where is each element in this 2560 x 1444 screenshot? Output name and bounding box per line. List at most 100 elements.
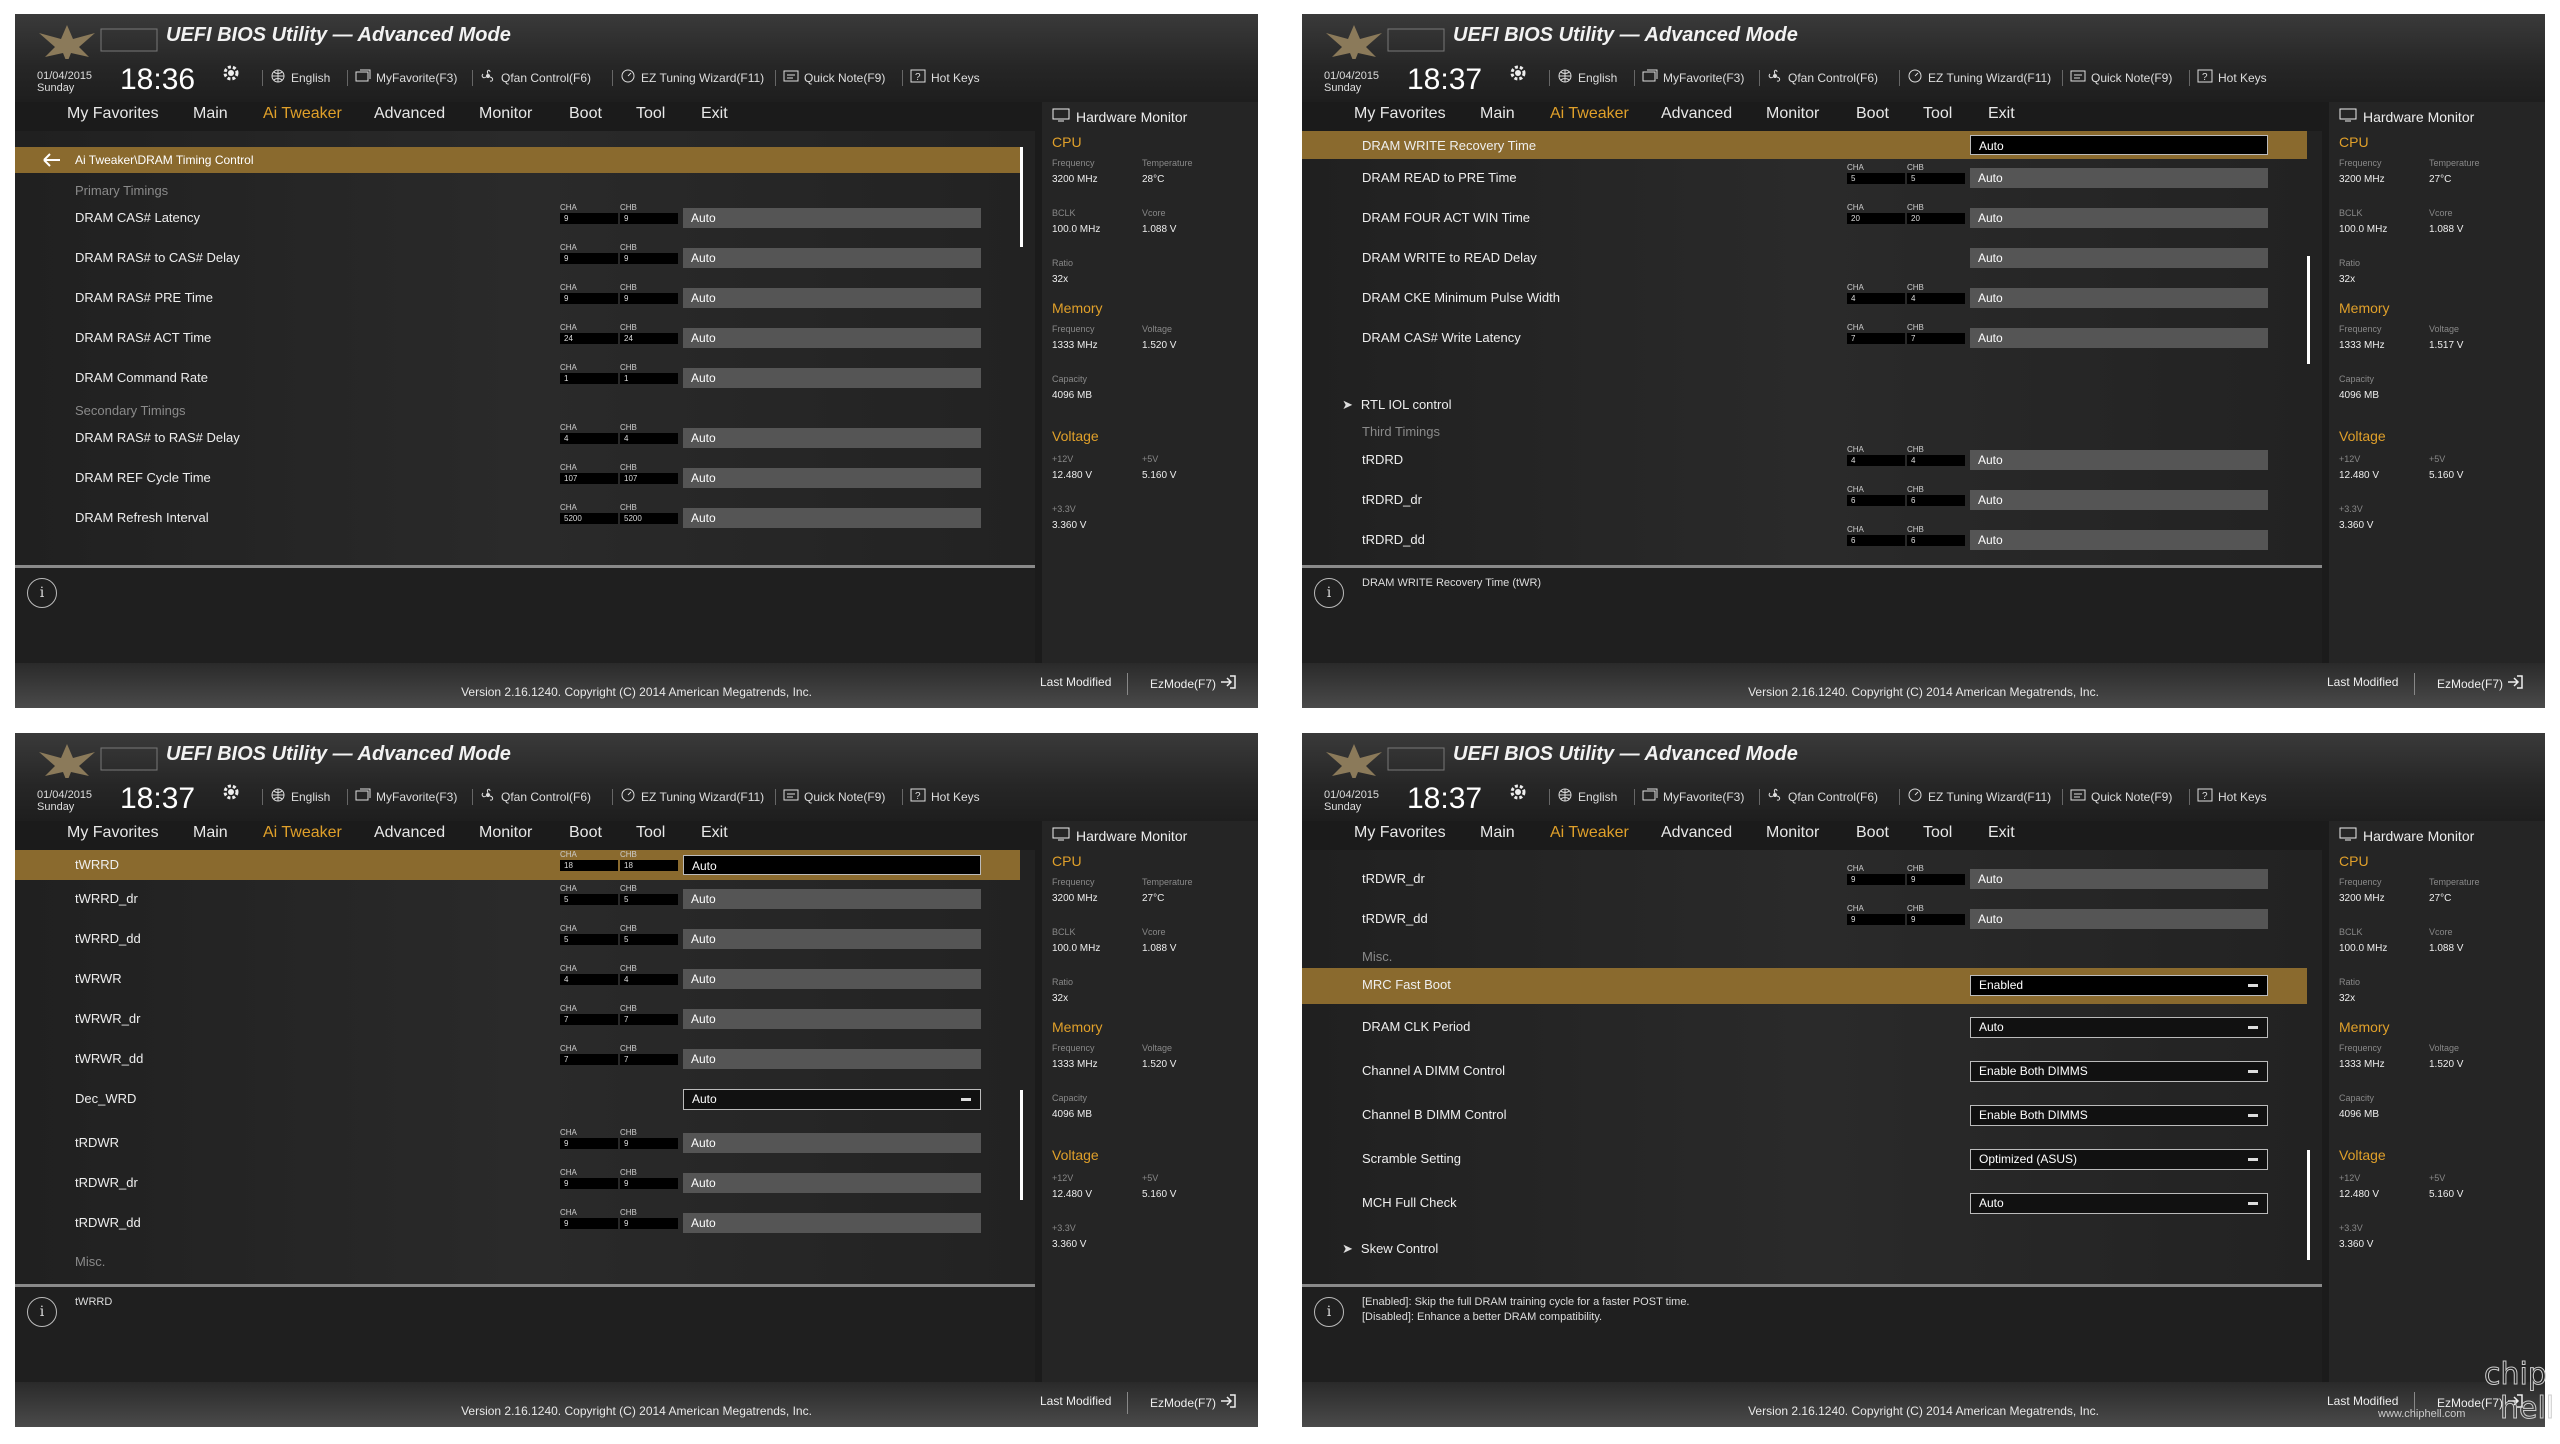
setting-row[interactable]: tRDWR_dd CHA 9 CHB 9 Auto [1302, 902, 2307, 938]
setting-row[interactable]: tWRRD_dr CHA 5 CHB 5 Auto [15, 882, 1020, 918]
toolbar-language-button[interactable]: English [1557, 69, 1617, 86]
setting-row[interactable]: tRDRD CHA 4 CHB 4 Auto [1302, 443, 2307, 479]
tab-main[interactable]: Main [1480, 105, 1515, 133]
setting-row[interactable]: DRAM RAS# ACT Time CHA 24 CHB 24 Auto [15, 321, 1020, 357]
setting-row[interactable]: DRAM FOUR ACT WIN Time CHA 20 CHB 20 Auto [1302, 201, 2307, 237]
toolbar-hot-keys-button[interactable]: ? Hot Keys [2197, 788, 2267, 805]
setting-row[interactable]: tRDWR_dr CHA 9 CHB 9 Auto [15, 1166, 1020, 1202]
setting-value-field[interactable]: Auto [683, 428, 981, 448]
setting-row[interactable]: Dec_WRD Auto [15, 1082, 1020, 1118]
tab-boot[interactable]: Boot [1856, 824, 1889, 852]
setting-dropdown[interactable]: Enabled [1970, 975, 2268, 996]
toolbar-ez-tuning-wizard-button[interactable]: EZ Tuning Wizard(F11) [620, 788, 764, 805]
setting-row[interactable]: DRAM Refresh Interval CHA 5200 CHB 5200 Auto [15, 501, 1020, 537]
tab-monitor[interactable]: Monitor [1766, 824, 1819, 852]
setting-value-field[interactable]: Auto [683, 1049, 981, 1069]
tab-advanced[interactable]: Advanced [374, 824, 445, 852]
scrollbar[interactable] [2307, 256, 2310, 364]
setting-row[interactable]: tRDWR CHA 9 CHB 9 Auto [15, 1126, 1020, 1162]
setting-row[interactable]: tWRWR_dr CHA 7 CHB 7 Auto [15, 1002, 1020, 1038]
scrollbar[interactable] [1020, 1090, 1023, 1200]
toolbar-hot-keys-button[interactable]: ? Hot Keys [2197, 69, 2267, 86]
tab-my-favorites[interactable]: My Favorites [1354, 105, 1446, 133]
setting-dropdown[interactable]: Optimized (ASUS) [1970, 1149, 2268, 1170]
breadcrumb[interactable]: Ai Tweaker\DRAM Timing Control [15, 147, 1020, 173]
setting-value-field[interactable]: Auto [683, 855, 981, 875]
submenu-link[interactable]: ➤ RTL IOL control [1342, 397, 1451, 413]
toolbar-myfavorite-button[interactable]: MyFavorite(F3) [1642, 788, 1744, 805]
tab-exit[interactable]: Exit [1988, 824, 2015, 852]
setting-row[interactable]: DRAM RAS# to CAS# Delay CHA 9 CHB 9 Auto [15, 241, 1020, 277]
setting-value-field[interactable]: Auto [683, 508, 981, 528]
tab-boot[interactable]: Boot [569, 105, 602, 133]
setting-row[interactable]: Scramble Setting Optimized (ASUS) [1302, 1142, 2307, 1178]
toolbar-hot-keys-button[interactable]: ? Hot Keys [910, 69, 980, 86]
setting-value-field[interactable]: Auto [683, 208, 981, 228]
toolbar-qfan-control-button[interactable]: Qfan Control(F6) [1767, 69, 1878, 86]
tab-main[interactable]: Main [1480, 824, 1515, 852]
selected-setting-row[interactable]: tWRRD CHA 18 CHB 18 Auto [15, 850, 1020, 880]
tab-monitor[interactable]: Monitor [1766, 105, 1819, 133]
setting-value-field[interactable]: Auto [1970, 288, 2268, 308]
selected-setting-row[interactable]: DRAM WRITE Recovery Time Auto [1302, 131, 2307, 159]
tab-my-favorites[interactable]: My Favorites [67, 824, 159, 852]
setting-value-field[interactable]: Auto [683, 328, 981, 348]
toolbar-myfavorite-button[interactable]: MyFavorite(F3) [1642, 69, 1744, 86]
setting-value-field[interactable]: Auto [1970, 450, 2268, 470]
setting-row[interactable]: DRAM CKE Minimum Pulse Width CHA 4 CHB 4 Auto [1302, 281, 2307, 317]
setting-row[interactable]: DRAM RAS# PRE Time CHA 9 CHB 9 Auto [15, 281, 1020, 317]
setting-dropdown[interactable]: Auto [1970, 1017, 2268, 1038]
toolbar-language-button[interactable]: English [1557, 788, 1617, 805]
setting-row[interactable]: DRAM READ to PRE Time CHA 5 CHB 5 Auto [1302, 161, 2307, 197]
gear-icon[interactable] [220, 62, 242, 84]
tab-ai-tweaker[interactable]: Ai Tweaker [1550, 824, 1629, 852]
setting-row[interactable]: DRAM Command Rate CHA 1 CHB 1 Auto [15, 361, 1020, 397]
toolbar-language-button[interactable]: English [270, 788, 330, 805]
gear-icon[interactable] [220, 781, 242, 803]
setting-value-field[interactable]: Auto [1970, 490, 2268, 510]
setting-value-field[interactable]: Auto [683, 1009, 981, 1029]
toolbar-quick-note-button[interactable]: Quick Note(F9) [2070, 69, 2172, 86]
setting-value-field[interactable]: Auto [1970, 530, 2268, 550]
toolbar-ez-tuning-wizard-button[interactable]: EZ Tuning Wizard(F11) [1907, 788, 2051, 805]
toolbar-quick-note-button[interactable]: Quick Note(F9) [2070, 788, 2172, 805]
setting-row[interactable]: DRAM RAS# to RAS# Delay CHA 4 CHB 4 Auto [15, 421, 1020, 457]
toolbar-myfavorite-button[interactable]: MyFavorite(F3) [355, 69, 457, 86]
setting-dropdown[interactable]: Enable Both DIMMS [1970, 1105, 2268, 1126]
tab-monitor[interactable]: Monitor [479, 824, 532, 852]
setting-row[interactable]: tWRWR CHA 4 CHB 4 Auto [15, 962, 1020, 998]
setting-dropdown[interactable]: Auto [1970, 1193, 2268, 1214]
setting-row[interactable]: tRDRD_dd CHA 6 CHB 6 Auto [1302, 523, 2307, 559]
setting-value-field[interactable]: Auto [683, 929, 981, 949]
setting-value-field[interactable]: Auto [683, 1173, 981, 1193]
toolbar-hot-keys-button[interactable]: ? Hot Keys [910, 788, 980, 805]
setting-row[interactable]: MCH Full Check Auto [1302, 1186, 2307, 1222]
setting-value-field[interactable]: Auto [683, 1133, 981, 1153]
setting-dropdown[interactable]: Enable Both DIMMS [1970, 1061, 2268, 1082]
tab-my-favorites[interactable]: My Favorites [67, 105, 159, 133]
setting-row[interactable]: tWRRD_dd CHA 5 CHB 5 Auto [15, 922, 1020, 958]
tab-monitor[interactable]: Monitor [479, 105, 532, 133]
tab-advanced[interactable]: Advanced [1661, 105, 1732, 133]
setting-value-field[interactable]: Auto [1970, 208, 2268, 228]
setting-row[interactable]: tRDWR_dd CHA 9 CHB 9 Auto [15, 1206, 1020, 1242]
tab-exit[interactable]: Exit [1988, 105, 2015, 133]
setting-row[interactable]: tRDWR_dr CHA 9 CHB 9 Auto [1302, 862, 2307, 898]
gear-icon[interactable] [1507, 781, 1529, 803]
setting-row[interactable]: DRAM REF Cycle Time CHA 107 CHB 107 Auto [15, 461, 1020, 497]
setting-value-field[interactable]: Auto [683, 889, 981, 909]
tab-exit[interactable]: Exit [701, 824, 728, 852]
tab-advanced[interactable]: Advanced [374, 105, 445, 133]
setting-row[interactable]: tRDRD_dr CHA 6 CHB 6 Auto [1302, 483, 2307, 519]
toolbar-qfan-control-button[interactable]: Qfan Control(F6) [480, 69, 591, 86]
setting-value-field[interactable]: Auto [683, 468, 981, 488]
tab-advanced[interactable]: Advanced [1661, 824, 1732, 852]
tab-tool[interactable]: Tool [1923, 824, 1952, 852]
tab-ai-tweaker[interactable]: Ai Tweaker [263, 105, 342, 133]
setting-value-field[interactable]: Auto [683, 368, 981, 388]
toolbar-language-button[interactable]: English [270, 69, 330, 86]
toolbar-quick-note-button[interactable]: Quick Note(F9) [783, 69, 885, 86]
toolbar-myfavorite-button[interactable]: MyFavorite(F3) [355, 788, 457, 805]
toolbar-ez-tuning-wizard-button[interactable]: EZ Tuning Wizard(F11) [1907, 69, 2051, 86]
tab-boot[interactable]: Boot [569, 824, 602, 852]
